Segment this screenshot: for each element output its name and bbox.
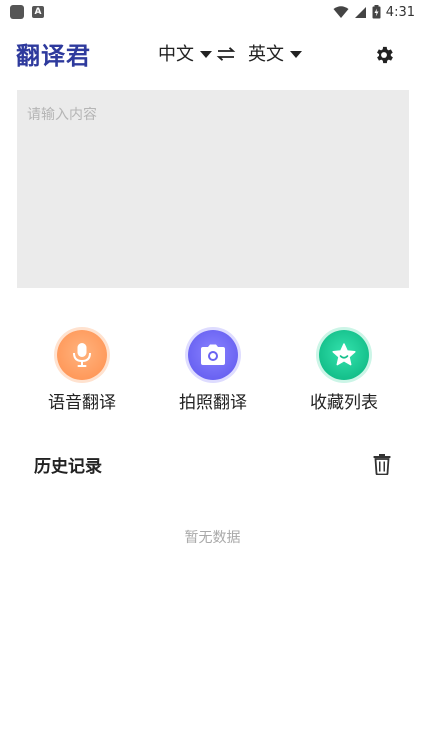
- target-language-selector[interactable]: 英文: [248, 40, 302, 66]
- favorites-circle: [319, 330, 369, 380]
- history-empty-state: 暂无数据: [184, 530, 241, 546]
- battery-icon: [372, 5, 381, 19]
- favorites-list-button[interactable]: 收藏列表: [289, 330, 399, 413]
- translation-input-box[interactable]: [17, 90, 409, 288]
- app-notification-icon: [10, 5, 24, 19]
- swap-languages-icon[interactable]: [216, 46, 236, 62]
- favorites-list-label: 收藏列表: [310, 393, 378, 413]
- photo-circle: [188, 330, 238, 380]
- translation-input[interactable]: [17, 90, 409, 288]
- source-language-selector[interactable]: 中文: [158, 40, 212, 66]
- photo-translate-label: 拍照翻译: [179, 393, 247, 413]
- status-bar: A 4:31: [0, 0, 425, 24]
- star-icon: [332, 343, 356, 366]
- voice-circle: [57, 330, 107, 380]
- chevron-down-icon: [200, 50, 212, 58]
- app-logo: 翻译君: [16, 42, 91, 70]
- status-left: A: [10, 5, 44, 19]
- target-language-label: 英文: [248, 44, 284, 65]
- a-notification-icon: A: [32, 6, 44, 18]
- trash-icon[interactable]: [372, 453, 392, 475]
- chevron-down-icon: [290, 50, 302, 58]
- app-bar: 翻译君 中文 英文: [0, 30, 425, 78]
- photo-translate-button[interactable]: 拍照翻译: [158, 330, 268, 413]
- microphone-icon: [73, 343, 91, 367]
- signal-icon: [354, 6, 366, 18]
- voice-translate-label: 语音翻译: [48, 393, 116, 413]
- status-right: 4:31: [333, 5, 415, 20]
- source-language-label: 中文: [158, 44, 194, 65]
- gear-icon[interactable]: [373, 44, 395, 66]
- status-time: 4:31: [385, 4, 415, 20]
- voice-translate-button[interactable]: 语音翻译: [27, 330, 137, 413]
- history-title: 历史记录: [34, 457, 102, 477]
- camera-icon: [201, 344, 225, 365]
- wifi-icon: [333, 5, 349, 18]
